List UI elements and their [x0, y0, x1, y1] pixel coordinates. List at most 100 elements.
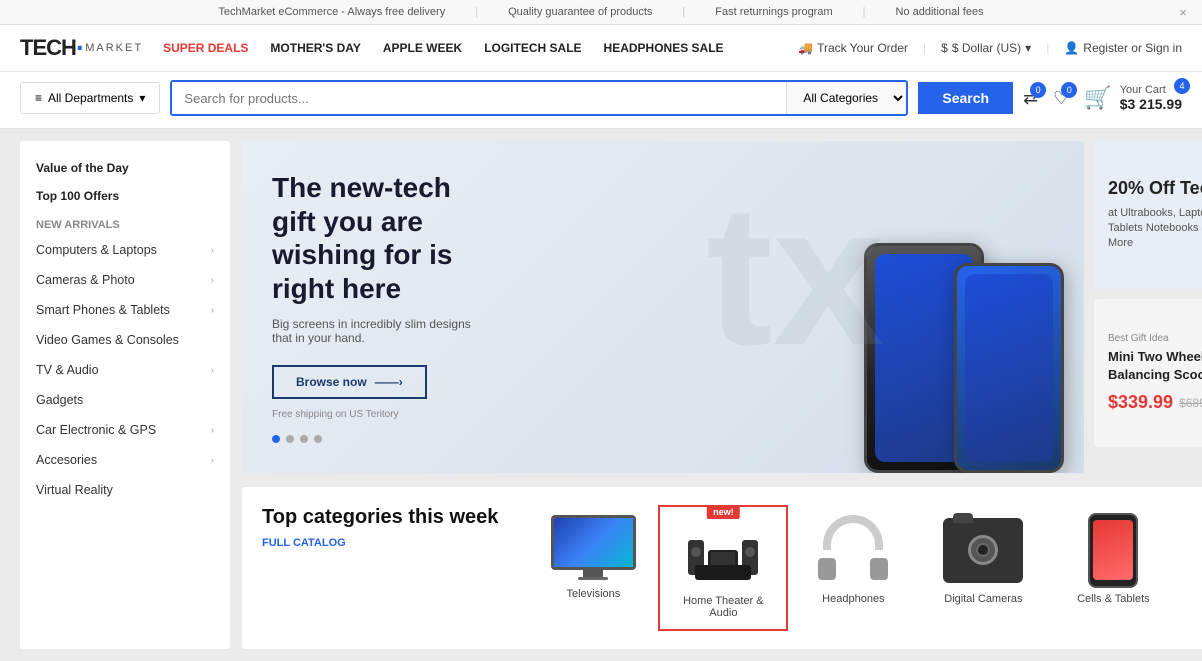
- category-dropdown[interactable]: All Categories: [786, 82, 906, 114]
- full-catalog-link[interactable]: FULL CATALOG: [262, 537, 498, 549]
- chevron-right-icon: ›: [211, 455, 214, 466]
- side-banner-2-old-price: $689: [1179, 396, 1202, 410]
- hero-dot-1[interactable]: [272, 435, 280, 443]
- cart-button[interactable]: 🛒 4 Your Cart $3 215.99: [1084, 84, 1182, 112]
- hero-dot-2[interactable]: [286, 435, 294, 443]
- cart-total-amount: $3 215.99: [1120, 96, 1182, 112]
- category-item-headphones[interactable]: Headphones: [788, 505, 918, 631]
- departments-label: All Departments: [48, 91, 133, 105]
- search-container: All Categories: [170, 80, 908, 116]
- category-label-cells: Cells & Tablets: [1077, 593, 1150, 605]
- categories-title-area: Top categories this week FULL CATALOG: [262, 505, 498, 549]
- side-banner-2-price: $339.99: [1108, 392, 1173, 413]
- nav-mothers-day[interactable]: MOTHER'S DAY: [270, 41, 360, 55]
- chevron-down-icon: ▾: [139, 91, 145, 105]
- menu-icon: ≡: [35, 91, 42, 105]
- sep1: |: [475, 6, 478, 18]
- top-row: The new-tech gift you are wishing for is…: [242, 141, 1202, 473]
- search-bar-row: ≡ All Departments ▾ All Categories Searc…: [0, 72, 1202, 129]
- chevron-right-icon: ›: [211, 275, 214, 286]
- side-banner-1-title: 20% Off Tech: [1108, 178, 1202, 200]
- search-button[interactable]: Search: [918, 82, 1013, 114]
- side-banner-1-text: 20% Off Tech at Ultrabooks, Laptops, Tab…: [1108, 178, 1202, 252]
- currency-selector[interactable]: $ $ Dollar (US) ▾: [941, 41, 1031, 55]
- divider2: |: [1046, 41, 1049, 55]
- sidebar-item-computers[interactable]: Computers & Laptops›: [20, 235, 230, 265]
- search-input[interactable]: [172, 82, 786, 114]
- register-signin[interactable]: 👤 Register or Sign in: [1064, 41, 1182, 55]
- category-label-televisions: Televisions: [566, 588, 620, 600]
- side-banner-scooter[interactable]: Best Gift Idea Mini Two Wheel Self Balan…: [1094, 299, 1202, 447]
- sidebar-item-accessories[interactable]: Accesories›: [20, 445, 230, 475]
- announcement-bar: TechMarket eCommerce - Always free deliv…: [0, 0, 1202, 25]
- compare-button[interactable]: ⇄ 0: [1023, 88, 1038, 109]
- side-banner-1-subtitle: at Ultrabooks, Laptops, Tablets Notebook…: [1108, 206, 1202, 252]
- currency-label: $ Dollar (US): [952, 41, 1021, 55]
- logo[interactable]: TECH·MARKET: [20, 35, 143, 61]
- side-banner-2-text: Best Gift Idea Mini Two Wheel Self Balan…: [1108, 333, 1202, 413]
- side-banner-2-product: Mini Two Wheel Self Balancing Scooter: [1108, 348, 1202, 384]
- sidebar-item-car-electronic[interactable]: Car Electronic & GPS›: [20, 415, 230, 445]
- chevron-right-icon: ›: [211, 305, 214, 316]
- category-item-smartwatches[interactable]: Smartwatches: [1178, 505, 1202, 631]
- track-order[interactable]: 🚚 Track Your Order: [798, 41, 908, 55]
- category-item-home-theater[interactable]: new!: [658, 505, 788, 631]
- hero-phones: [864, 243, 1064, 473]
- main-nav: SUPER DEALS MOTHER'S DAY APPLE WEEK LOGI…: [163, 41, 778, 55]
- chevron-right-icon: ›: [211, 425, 214, 436]
- hero-text: The new-tech gift you are wishing for is…: [272, 171, 492, 443]
- categories-grid: Televisions new!: [528, 505, 1202, 631]
- nav-super-deals[interactable]: SUPER DEALS: [163, 41, 248, 55]
- category-item-cells[interactable]: Cells & Tablets: [1048, 505, 1178, 631]
- register-label: Register or Sign in: [1083, 41, 1182, 55]
- announcement-fees: No additional fees: [896, 6, 984, 18]
- hero-shipping: Free shipping on US Teritory: [272, 409, 492, 420]
- announcement-returns: Fast returnings program: [715, 6, 832, 18]
- category-item-televisions[interactable]: Televisions: [528, 505, 658, 631]
- categories-header: Top categories this week FULL CATALOG Te…: [262, 505, 1202, 631]
- new-badge: new!: [707, 505, 740, 519]
- compare-count: 0: [1030, 82, 1046, 98]
- content-area: The new-tech gift you are wishing for is…: [242, 141, 1202, 649]
- announcement-quality: Quality guarantee of products: [508, 6, 652, 18]
- category-label-home-theater: Home Theater & Audio: [674, 595, 772, 619]
- phone-front: [954, 263, 1064, 473]
- nav-logitech-sale[interactable]: LOGITECH SALE: [484, 41, 581, 55]
- sidebar-item-gadgets[interactable]: Gadgets: [20, 385, 230, 415]
- hero-dot-3[interactable]: [300, 435, 308, 443]
- category-label-cameras: Digital Cameras: [944, 593, 1022, 605]
- category-item-cameras[interactable]: Digital Cameras: [918, 505, 1048, 631]
- sidebar-item-smartphones[interactable]: Smart Phones & Tablets›: [20, 295, 230, 325]
- header-right: 🚚 Track Your Order | $ $ Dollar (US) ▾ |…: [798, 41, 1182, 55]
- dollar-icon: $: [941, 41, 948, 55]
- category-label-headphones: Headphones: [822, 593, 884, 605]
- chevron-down-icon: ▾: [1025, 41, 1031, 55]
- hero-bg-letter: tx: [706, 161, 884, 391]
- sidebar-item-top100[interactable]: Top 100 Offers: [20, 179, 230, 207]
- sidebar-item-cameras[interactable]: Cameras & Photo›: [20, 265, 230, 295]
- tv-image: [548, 515, 638, 580]
- wishlist-count: 0: [1061, 82, 1077, 98]
- sep2: |: [682, 6, 685, 18]
- side-banner-2-label: Best Gift Idea: [1108, 333, 1202, 344]
- departments-button[interactable]: ≡ All Departments ▾: [20, 82, 160, 114]
- side-banner-tech[interactable]: 20% Off Tech at Ultrabooks, Laptops, Tab…: [1094, 141, 1202, 289]
- browse-now-button[interactable]: Browse now ——›: [272, 365, 427, 399]
- hero-title: The new-tech gift you are wishing for is…: [272, 171, 492, 305]
- wishlist-button[interactable]: ♡ 0: [1053, 88, 1069, 109]
- nav-apple-week[interactable]: APPLE WEEK: [383, 41, 462, 55]
- smartwatch-image: [1198, 515, 1202, 585]
- user-icon: 👤: [1064, 41, 1079, 55]
- browse-label: Browse now: [296, 375, 367, 389]
- sidebar-section-new-arrivals: New Arrivals: [20, 207, 230, 235]
- nav-headphones-sale[interactable]: HEADPHONES SALE: [604, 41, 724, 55]
- sidebar-item-value-of-day[interactable]: Value of the Day: [20, 151, 230, 179]
- close-icon[interactable]: ×: [1179, 5, 1187, 20]
- sidebar-item-videogames[interactable]: Video Games & Consoles: [20, 325, 230, 355]
- sidebar-item-vr[interactable]: Virtual Reality: [20, 475, 230, 505]
- hero-dot-4[interactable]: [314, 435, 322, 443]
- your-cart-label: Your Cart: [1120, 84, 1182, 96]
- divider1: |: [923, 41, 926, 55]
- sidebar-item-tv[interactable]: TV & Audio›: [20, 355, 230, 385]
- arrow-icon: ——›: [375, 375, 403, 389]
